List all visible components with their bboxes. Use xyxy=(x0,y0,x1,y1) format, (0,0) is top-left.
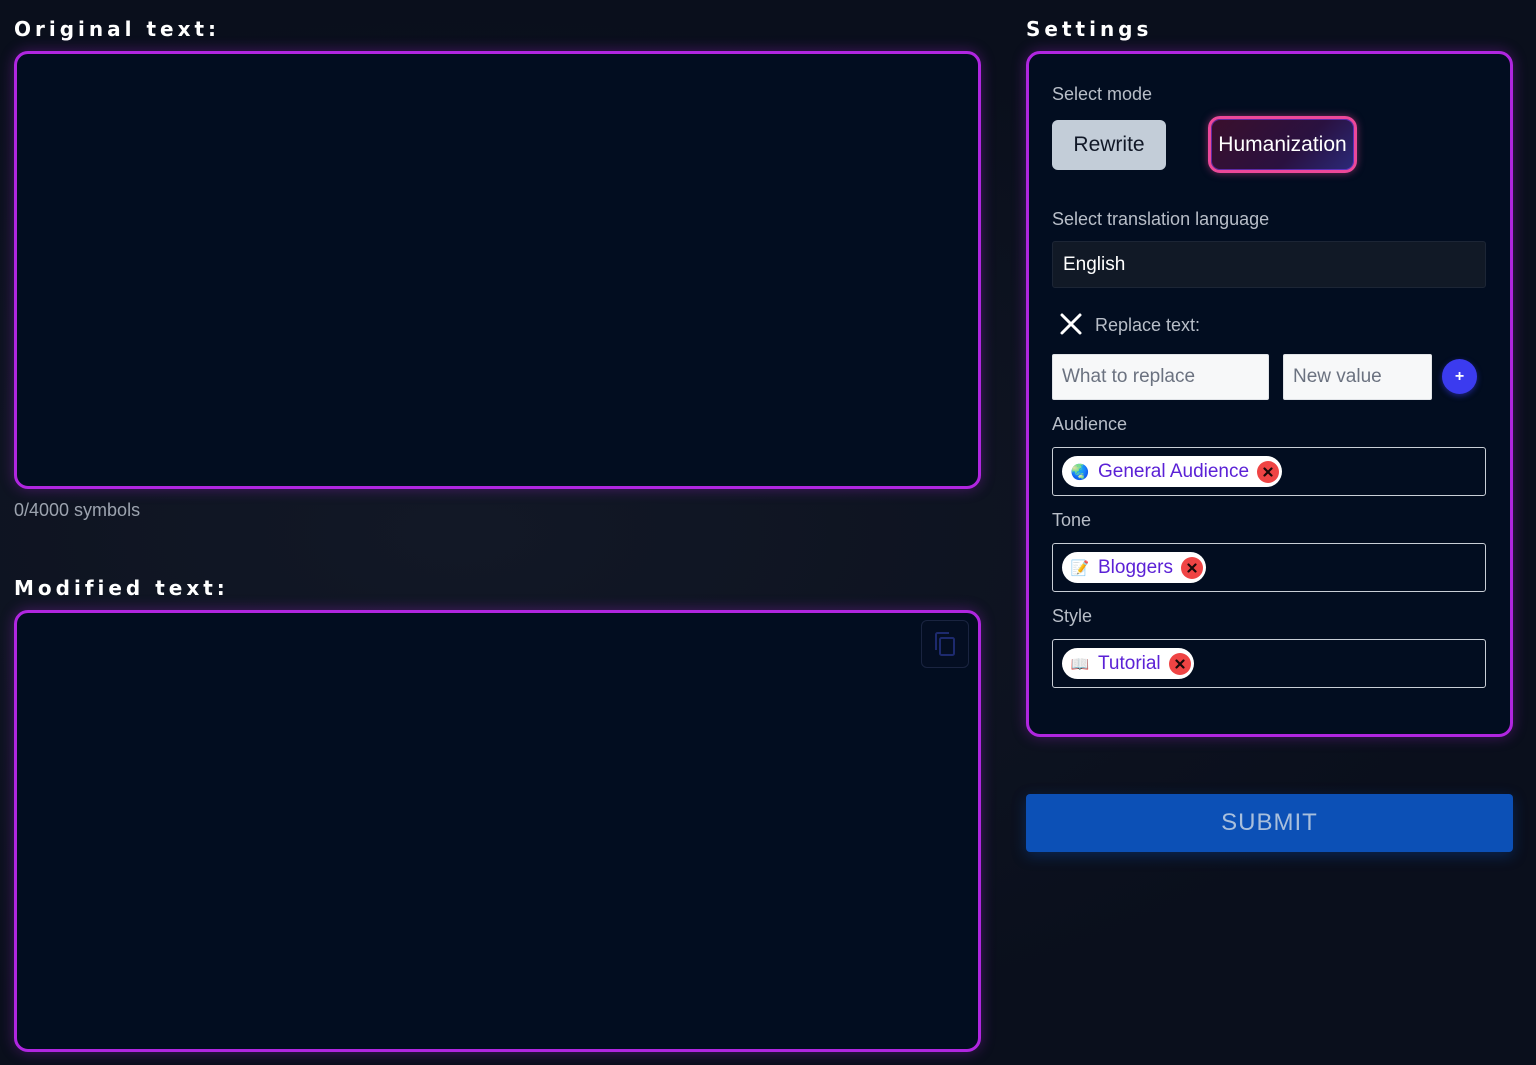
style-chip-label: Tutorial xyxy=(1098,652,1161,674)
symbol-counter: 0/4000 symbols xyxy=(14,500,141,520)
audience-label: Audience xyxy=(1052,414,1128,434)
select-mode-label: Select mode xyxy=(1052,84,1153,104)
what-to-replace-input[interactable] xyxy=(1052,354,1269,400)
tone-field[interactable]: 📝 Bloggers xyxy=(1052,543,1486,592)
audience-chip-label: General Audience xyxy=(1098,460,1250,482)
new-value-input[interactable] xyxy=(1283,354,1432,400)
memo-icon: 📝 xyxy=(1070,559,1090,577)
modified-text-panel xyxy=(14,610,981,1052)
mode-humanization-button[interactable]: Humanization xyxy=(1208,116,1357,173)
original-text-input[interactable] xyxy=(17,54,978,486)
settings-panel: Select mode Rewrite Humanization Select … xyxy=(1026,51,1513,737)
language-value: English xyxy=(1063,253,1126,275)
remove-audience-button[interactable] xyxy=(1257,460,1280,483)
add-replacement-button[interactable]: + xyxy=(1442,359,1477,394)
book-icon: 📖 xyxy=(1070,655,1090,673)
close-icon[interactable] xyxy=(1059,312,1083,336)
settings-title: Settings xyxy=(1026,17,1153,41)
style-chip: 📖 Tutorial xyxy=(1062,648,1194,679)
style-field[interactable]: 📖 Tutorial xyxy=(1052,639,1486,688)
remove-icon xyxy=(1263,466,1273,477)
original-text-panel xyxy=(14,51,981,489)
remove-tone-button[interactable] xyxy=(1181,556,1203,579)
globe-icon: 🌏 xyxy=(1070,463,1090,481)
language-select[interactable]: English xyxy=(1052,241,1486,288)
audience-field[interactable]: 🌏 General Audience xyxy=(1052,447,1486,496)
copy-icon xyxy=(935,632,955,656)
modified-text-output[interactable] xyxy=(17,613,978,1049)
language-label: Select translation language xyxy=(1052,209,1270,229)
copy-button[interactable] xyxy=(921,620,969,668)
original-text-title: Original text: xyxy=(14,17,221,41)
plus-icon: + xyxy=(1454,367,1465,385)
remove-icon xyxy=(1187,562,1197,573)
remove-icon xyxy=(1175,658,1185,669)
audience-chip: 🌏 General Audience xyxy=(1062,456,1283,487)
tone-chip-label: Bloggers xyxy=(1098,556,1173,578)
tone-label: Tone xyxy=(1052,510,1092,530)
modified-text-title: Modified text: xyxy=(14,576,229,600)
style-label: Style xyxy=(1052,606,1093,626)
submit-button[interactable]: SUBMIT xyxy=(1026,794,1513,852)
mode-rewrite-button[interactable]: Rewrite xyxy=(1052,120,1166,170)
remove-style-button[interactable] xyxy=(1168,652,1191,675)
tone-chip: 📝 Bloggers xyxy=(1062,552,1206,583)
replace-text-label: Replace text: xyxy=(1095,315,1201,335)
